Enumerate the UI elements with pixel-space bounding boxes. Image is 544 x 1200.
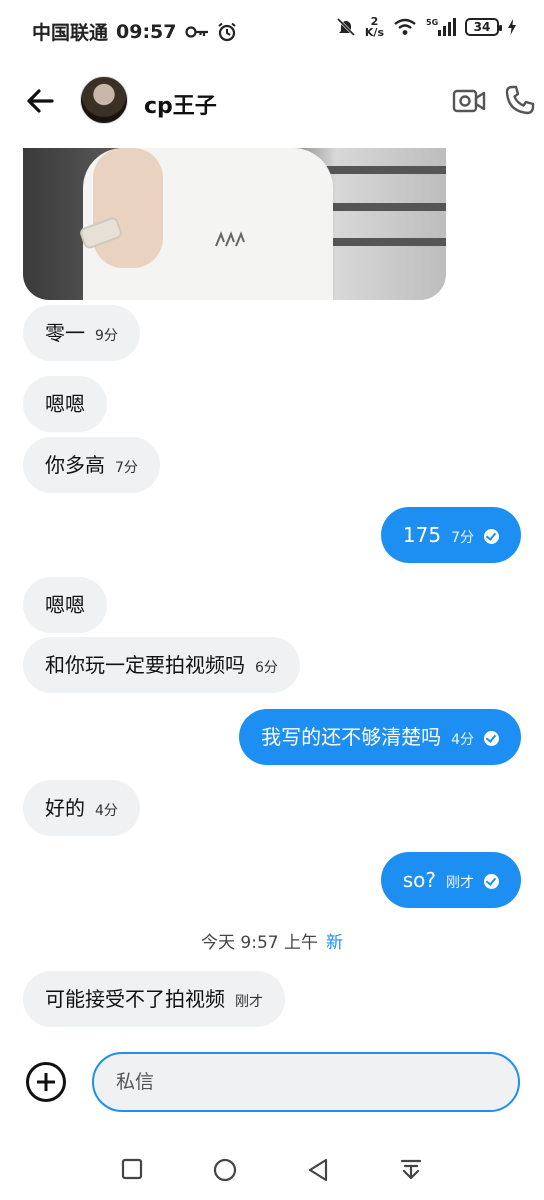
message-time: 9分 xyxy=(95,328,118,344)
message-text: 你多高 xyxy=(45,453,105,477)
read-check-icon xyxy=(484,731,499,746)
chat-header: cp王子 xyxy=(0,62,544,140)
message-bubble-incoming[interactable]: 和你玩一定要拍视频吗 6分 xyxy=(23,637,300,693)
phone-icon[interactable] xyxy=(504,84,536,116)
triangle-back-icon[interactable] xyxy=(307,1158,329,1182)
speed-unit: K/s xyxy=(364,26,384,39)
battery-level: 34 xyxy=(473,20,491,34)
clock: 09:57 xyxy=(116,20,177,43)
carrier-label: 中国联通 xyxy=(32,22,109,44)
download-icon[interactable] xyxy=(400,1158,422,1182)
message-time: 4分 xyxy=(451,732,474,748)
message-text: 好的 xyxy=(45,796,85,820)
message-input[interactable]: 私信 xyxy=(92,1052,520,1112)
charging-icon xyxy=(508,19,516,35)
network-speed: 2 K/s xyxy=(365,16,384,38)
message-bubble-incoming[interactable]: 嗯嗯 xyxy=(23,577,107,633)
status-bar: 中国联通 09:57 2 K/s 5G 34 xyxy=(0,0,544,62)
new-messages-badge: 新 xyxy=(325,933,343,953)
message-text: so? xyxy=(402,868,436,892)
status-right: 2 K/s 5G 34 xyxy=(336,16,516,38)
status-left: 中国联通 09:57 xyxy=(32,18,237,45)
signal-icon: 5G xyxy=(426,18,456,36)
message-bubble-incoming[interactable]: 可能接受不了拍视频 刚才 xyxy=(23,971,285,1027)
photo-arm xyxy=(93,148,163,268)
message-time: 刚才 xyxy=(446,875,474,891)
message-bubble-incoming[interactable]: 零一 9分 xyxy=(23,305,140,361)
back-arrow-icon[interactable] xyxy=(24,84,58,118)
read-check-icon xyxy=(484,874,499,889)
message-bubble-outgoing[interactable]: 我写的还不够清楚吗 4分 xyxy=(239,709,521,765)
mute-icon xyxy=(336,17,355,37)
message-text: 零一 xyxy=(45,321,85,345)
message-time: 7分 xyxy=(115,460,138,476)
message-time: 6分 xyxy=(255,660,278,676)
day-divider-label: 今天 9:57 上午 xyxy=(201,933,318,953)
kappa-logo-icon xyxy=(215,231,245,247)
message-bubble-incoming[interactable]: 嗯嗯 xyxy=(23,376,107,432)
message-bubble-outgoing[interactable]: 175 7分 xyxy=(380,507,521,563)
svg-text:5G: 5G xyxy=(426,18,438,27)
message-text: 175 xyxy=(402,523,442,547)
battery-indicator: 34 xyxy=(465,18,502,36)
message-bubble-incoming[interactable]: 你多高 7分 xyxy=(23,437,160,493)
video-call-icon[interactable] xyxy=(452,86,486,116)
key-icon xyxy=(184,25,208,38)
shared-photo[interactable] xyxy=(23,148,446,300)
message-time: 4分 xyxy=(95,803,118,819)
circle-icon[interactable] xyxy=(213,1158,237,1182)
system-nav-bar xyxy=(0,1140,544,1200)
message-bubble-outgoing[interactable]: so? 刚才 xyxy=(380,852,521,908)
alarm-icon xyxy=(217,22,236,41)
message-text: 和你玩一定要拍视频吗 xyxy=(45,653,245,677)
square-icon[interactable] xyxy=(121,1158,143,1180)
contact-name[interactable]: cp王子 xyxy=(144,88,217,120)
chat-screen: 中国联通 09:57 2 K/s 5G 34 cp王子 零一 9分 嗯嗯 你多高… xyxy=(0,0,544,1200)
message-bubble-incoming[interactable]: 好的 4分 xyxy=(23,780,140,836)
read-check-icon xyxy=(484,529,499,544)
message-text: 嗯嗯 xyxy=(45,593,85,617)
avatar[interactable] xyxy=(80,76,128,124)
day-divider: 今天 9:57 上午新 xyxy=(0,928,544,953)
message-input-placeholder: 私信 xyxy=(116,1071,155,1093)
message-time: 刚才 xyxy=(235,994,263,1010)
message-text: 嗯嗯 xyxy=(45,392,85,416)
message-time: 7分 xyxy=(451,530,474,546)
shelf xyxy=(313,166,446,174)
wifi-icon xyxy=(394,18,416,35)
add-icon[interactable] xyxy=(26,1062,66,1102)
message-text: 可能接受不了拍视频 xyxy=(45,987,225,1011)
message-text: 我写的还不够清楚吗 xyxy=(261,725,442,749)
